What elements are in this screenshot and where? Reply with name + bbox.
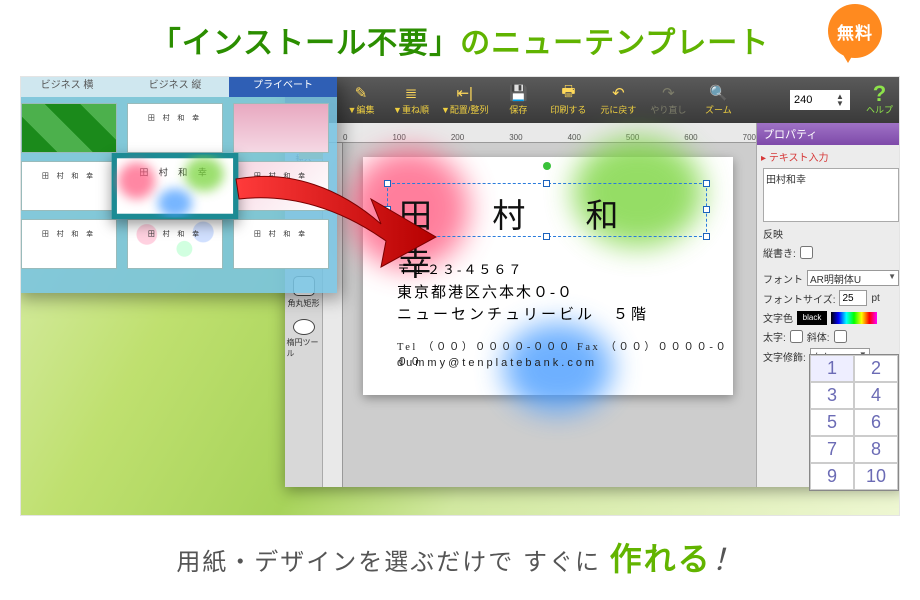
free-badge: 無料 bbox=[828, 4, 882, 58]
font-select[interactable]: AR明朝体U bbox=[807, 270, 899, 286]
color-palette-icon[interactable] bbox=[831, 312, 877, 324]
headline-joiner: の bbox=[460, 27, 491, 60]
help-icon: ? bbox=[873, 85, 886, 103]
property-panel: プロパティ テキスト入力 田村和幸 反映 縦書き: フォント AR明朝体U フォン… bbox=[756, 123, 900, 487]
zoom-button[interactable]: 🔍ズーム bbox=[698, 84, 738, 116]
undo-icon: ↶ bbox=[608, 84, 628, 102]
card-email[interactable]: dummy@tenplatebank.com bbox=[397, 357, 597, 369]
editor-body: 挿入 ▮▯▮バーコード 矩形ツール 角丸矩形 楕円ツール 01002003004… bbox=[285, 123, 900, 487]
numpad-7[interactable]: 7 bbox=[810, 436, 854, 463]
align-icon: ⇤| bbox=[455, 84, 475, 102]
handle-bl[interactable] bbox=[384, 233, 391, 240]
editor-window: ール ≡メニュー ✎▼編集 ≣▼重ね順 ⇤|▼配置/整列 💾保存 🖶印刷する ↶… bbox=[285, 77, 900, 487]
template-thumb[interactable]: 田 村 和 幸 bbox=[233, 161, 329, 211]
handle-tm[interactable] bbox=[543, 180, 550, 187]
handle-tl[interactable] bbox=[384, 180, 391, 187]
template-thumb[interactable] bbox=[233, 103, 329, 153]
numpad-8[interactable]: 8 bbox=[854, 436, 898, 463]
footer-emph: 作れる bbox=[610, 541, 712, 577]
footer-lead: 用紙・デザインを選ぶだけで すぐに bbox=[176, 549, 601, 576]
color-label: 文字色 bbox=[763, 310, 793, 325]
template-thumb[interactable]: 田 村 和 幸 bbox=[21, 161, 117, 211]
decoration-label: 文字修飾: bbox=[763, 349, 806, 364]
headline: 「インストール不要」のニューテンプレート 無料 bbox=[0, 0, 920, 76]
numpad-10[interactable]: 10 bbox=[854, 463, 898, 490]
business-card-artboard[interactable]: 田 村 和 幸 〒１２３‐４５６７ 東京都港区六本木０‐０ ニューセンチュリービ… bbox=[363, 157, 733, 395]
tab-private[interactable]: プライベート bbox=[229, 76, 337, 97]
editor-toolbar: ≡メニュー ✎▼編集 ≣▼重ね順 ⇤|▼配置/整列 💾保存 🖶印刷する ↶元に戻… bbox=[285, 77, 900, 123]
template-thumb[interactable]: 田 村 和 幸 bbox=[127, 103, 223, 153]
vertical-checkbox[interactable] bbox=[800, 246, 813, 259]
save-button[interactable]: 💾保存 bbox=[498, 84, 538, 116]
redo-button[interactable]: ↷やり直し bbox=[648, 84, 688, 116]
headline-part1: 「インストール不要」 bbox=[151, 27, 460, 60]
template-picker: ビジネス 横 ビジネス 縦 プライベート 田 村 和 幸 田 村 和 幸 田 村… bbox=[20, 76, 337, 293]
template-thumb[interactable]: 田 村 和 幸 bbox=[233, 219, 329, 269]
bold-label: 太字: bbox=[763, 329, 786, 344]
font-label: フォント bbox=[763, 271, 803, 286]
print-button[interactable]: 🖶印刷する bbox=[548, 84, 588, 116]
help-button[interactable]: ?ヘルプ bbox=[866, 85, 893, 116]
vertical-label: 縦書き: bbox=[763, 245, 796, 260]
card-postal[interactable]: 〒１２３‐４５６７ bbox=[397, 259, 523, 278]
stepper-icon[interactable]: ▲▼ bbox=[836, 93, 846, 107]
ellipse-tool[interactable]: 楕円ツール bbox=[287, 319, 321, 359]
picker-tabs: ビジネス 横 ビジネス 縦 プライベート bbox=[20, 76, 337, 97]
zoom-group: 240▲▼ ?ヘルプ bbox=[790, 85, 899, 116]
number-pad: 12 34 56 78 910 bbox=[809, 354, 899, 491]
undo-button[interactable]: ↶元に戻す bbox=[598, 84, 638, 116]
edit-button[interactable]: ✎▼編集 bbox=[341, 84, 381, 116]
headline-part2: ニューテンプレート bbox=[491, 27, 769, 60]
property-section: テキスト入力 bbox=[757, 145, 900, 166]
numpad-4[interactable]: 4 bbox=[854, 382, 898, 409]
numpad-9[interactable]: 9 bbox=[810, 463, 854, 490]
ruler-horizontal: 0100200300400500600700 bbox=[323, 123, 756, 143]
fontsize-input[interactable] bbox=[839, 290, 867, 306]
card-address-1[interactable]: 東京都港区六本木０‐０ bbox=[397, 281, 574, 302]
canvas-area[interactable]: 0100200300400500600700 田 村 和 幸 〒１２３‐４５６７ bbox=[323, 123, 756, 487]
tab-business-v[interactable]: ビジネス 縦 bbox=[121, 76, 229, 97]
print-icon: 🖶 bbox=[558, 84, 578, 102]
italic-label: 斜体: bbox=[807, 329, 830, 344]
bold-checkbox[interactable] bbox=[790, 330, 803, 343]
promo-stage: ール ≡メニュー ✎▼編集 ≣▼重ね順 ⇤|▼配置/整列 💾保存 🖶印刷する ↶… bbox=[20, 76, 900, 516]
handle-ml[interactable] bbox=[384, 206, 391, 213]
numpad-3[interactable]: 3 bbox=[810, 382, 854, 409]
numpad-6[interactable]: 6 bbox=[854, 409, 898, 436]
align-button[interactable]: ⇤|▼配置/整列 bbox=[441, 84, 488, 116]
color-swatch[interactable]: black bbox=[797, 311, 827, 325]
save-icon: 💾 bbox=[508, 84, 528, 102]
zoom-icon: 🔍 bbox=[708, 84, 728, 102]
numpad-5[interactable]: 5 bbox=[810, 409, 854, 436]
template-thumb[interactable]: 田 村 和 幸 bbox=[21, 219, 117, 269]
italic-checkbox[interactable] bbox=[834, 330, 847, 343]
rotate-handle[interactable] bbox=[543, 162, 551, 170]
ellipse-icon bbox=[293, 319, 315, 335]
zorder-button[interactable]: ≣▼重ね順 bbox=[391, 84, 431, 116]
reflect-label: 反映 bbox=[763, 226, 783, 241]
text-input-area[interactable]: 田村和幸 bbox=[763, 168, 899, 222]
template-thumb[interactable]: 田 村 和 幸 bbox=[127, 219, 223, 269]
numpad-2[interactable]: 2 bbox=[854, 355, 898, 382]
template-thumb-selected[interactable]: 田 村 和 幸 bbox=[112, 153, 239, 219]
footer-caption: 用紙・デザインを選ぶだけで すぐに 作れる！ bbox=[0, 516, 920, 580]
pencil-icon: ✎ bbox=[351, 84, 371, 102]
template-thumb[interactable] bbox=[21, 103, 117, 153]
card-address-2[interactable]: ニューセンチュリービル ５階 bbox=[397, 303, 649, 324]
handle-tr[interactable] bbox=[703, 180, 710, 187]
fontsize-label: フォントサイズ: bbox=[763, 291, 835, 306]
footer-excl: ！ bbox=[712, 544, 744, 577]
redo-icon: ↷ bbox=[658, 84, 678, 102]
stack-icon: ≣ bbox=[401, 84, 421, 102]
template-grid: 田 村 和 幸 田 村 和 幸 田 村 和 幸 田 村 和 幸 田 村 和 幸 … bbox=[20, 97, 337, 275]
numpad-1[interactable]: 1 bbox=[810, 355, 854, 382]
zoom-input[interactable]: 240▲▼ bbox=[790, 90, 850, 110]
tab-business-h[interactable]: ビジネス 横 bbox=[20, 76, 121, 97]
property-panel-title: プロパティ bbox=[757, 123, 900, 145]
